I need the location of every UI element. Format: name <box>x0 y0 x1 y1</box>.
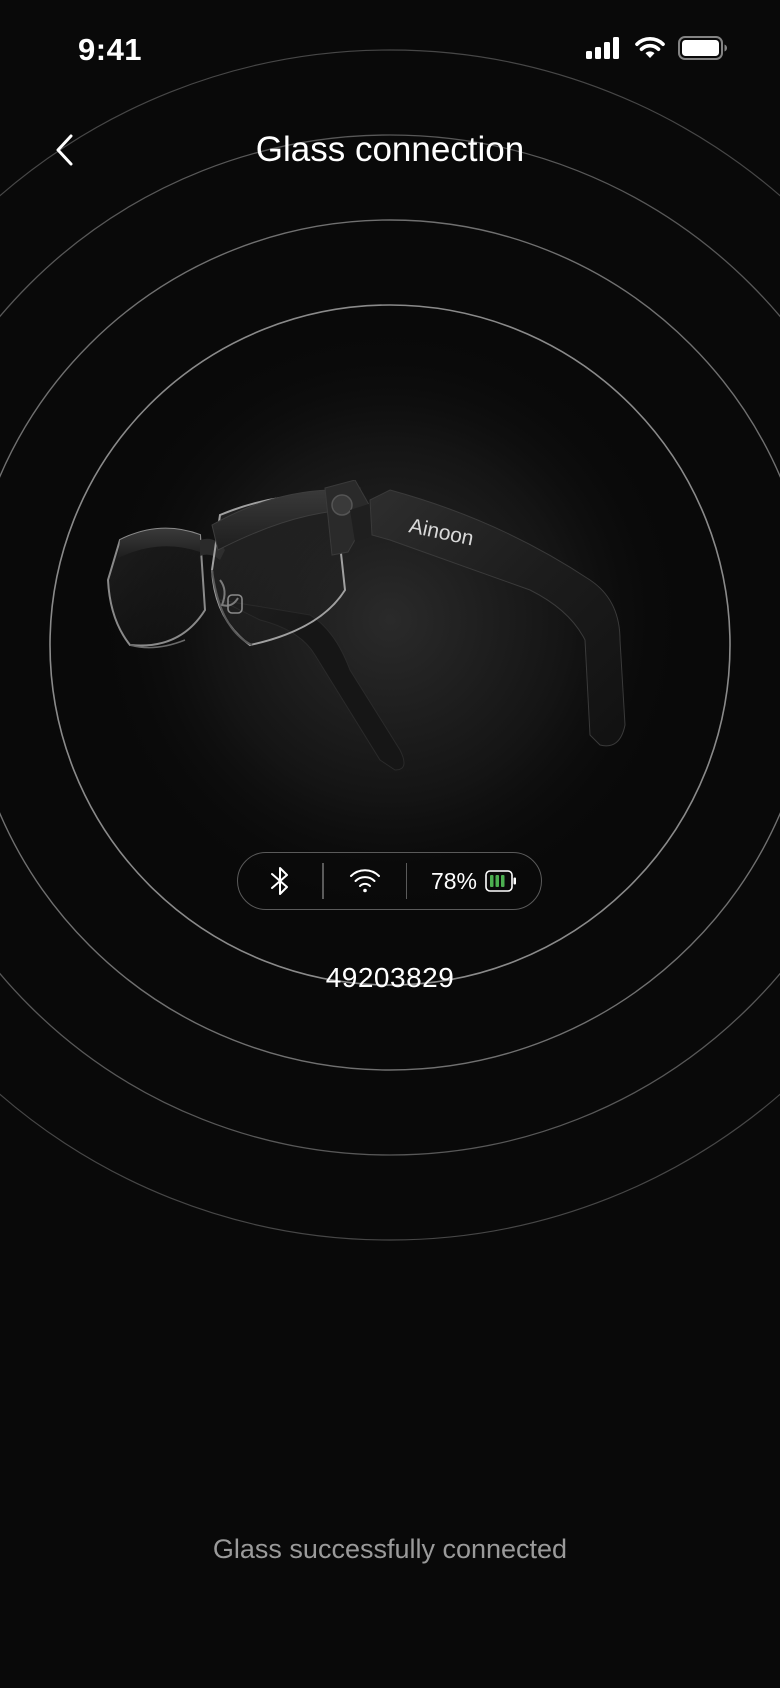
smart-glasses-image: Ainoon <box>106 480 626 771</box>
wifi-icon <box>349 869 380 893</box>
battery-status: 78% <box>407 853 541 909</box>
bluetooth-icon <box>271 867 288 895</box>
cellular-signal-icon <box>586 37 619 59</box>
bluetooth-status <box>238 853 322 909</box>
wifi-icon <box>635 37 665 58</box>
connection-status-pill: 78% <box>237 852 542 910</box>
glass-connection-screen: 9:41 Glass connection Ainoon 78% 4920382… <box>0 0 780 1688</box>
status-icons <box>586 36 728 60</box>
connection-success-message: Glass successfully connected <box>212 1534 568 1564</box>
radar-rings <box>0 49 780 1241</box>
battery-icon <box>678 36 727 60</box>
wifi-status <box>324 853 406 909</box>
status-time: 9:41 <box>78 32 143 67</box>
page-title: Glass connection <box>255 130 525 169</box>
battery-icon <box>485 870 517 892</box>
nav-header: Glass connection <box>0 110 780 190</box>
device-id: 49203829 <box>325 962 455 993</box>
battery-percent: 78% <box>430 867 478 894</box>
status-bar: 9:41 <box>0 0 780 100</box>
